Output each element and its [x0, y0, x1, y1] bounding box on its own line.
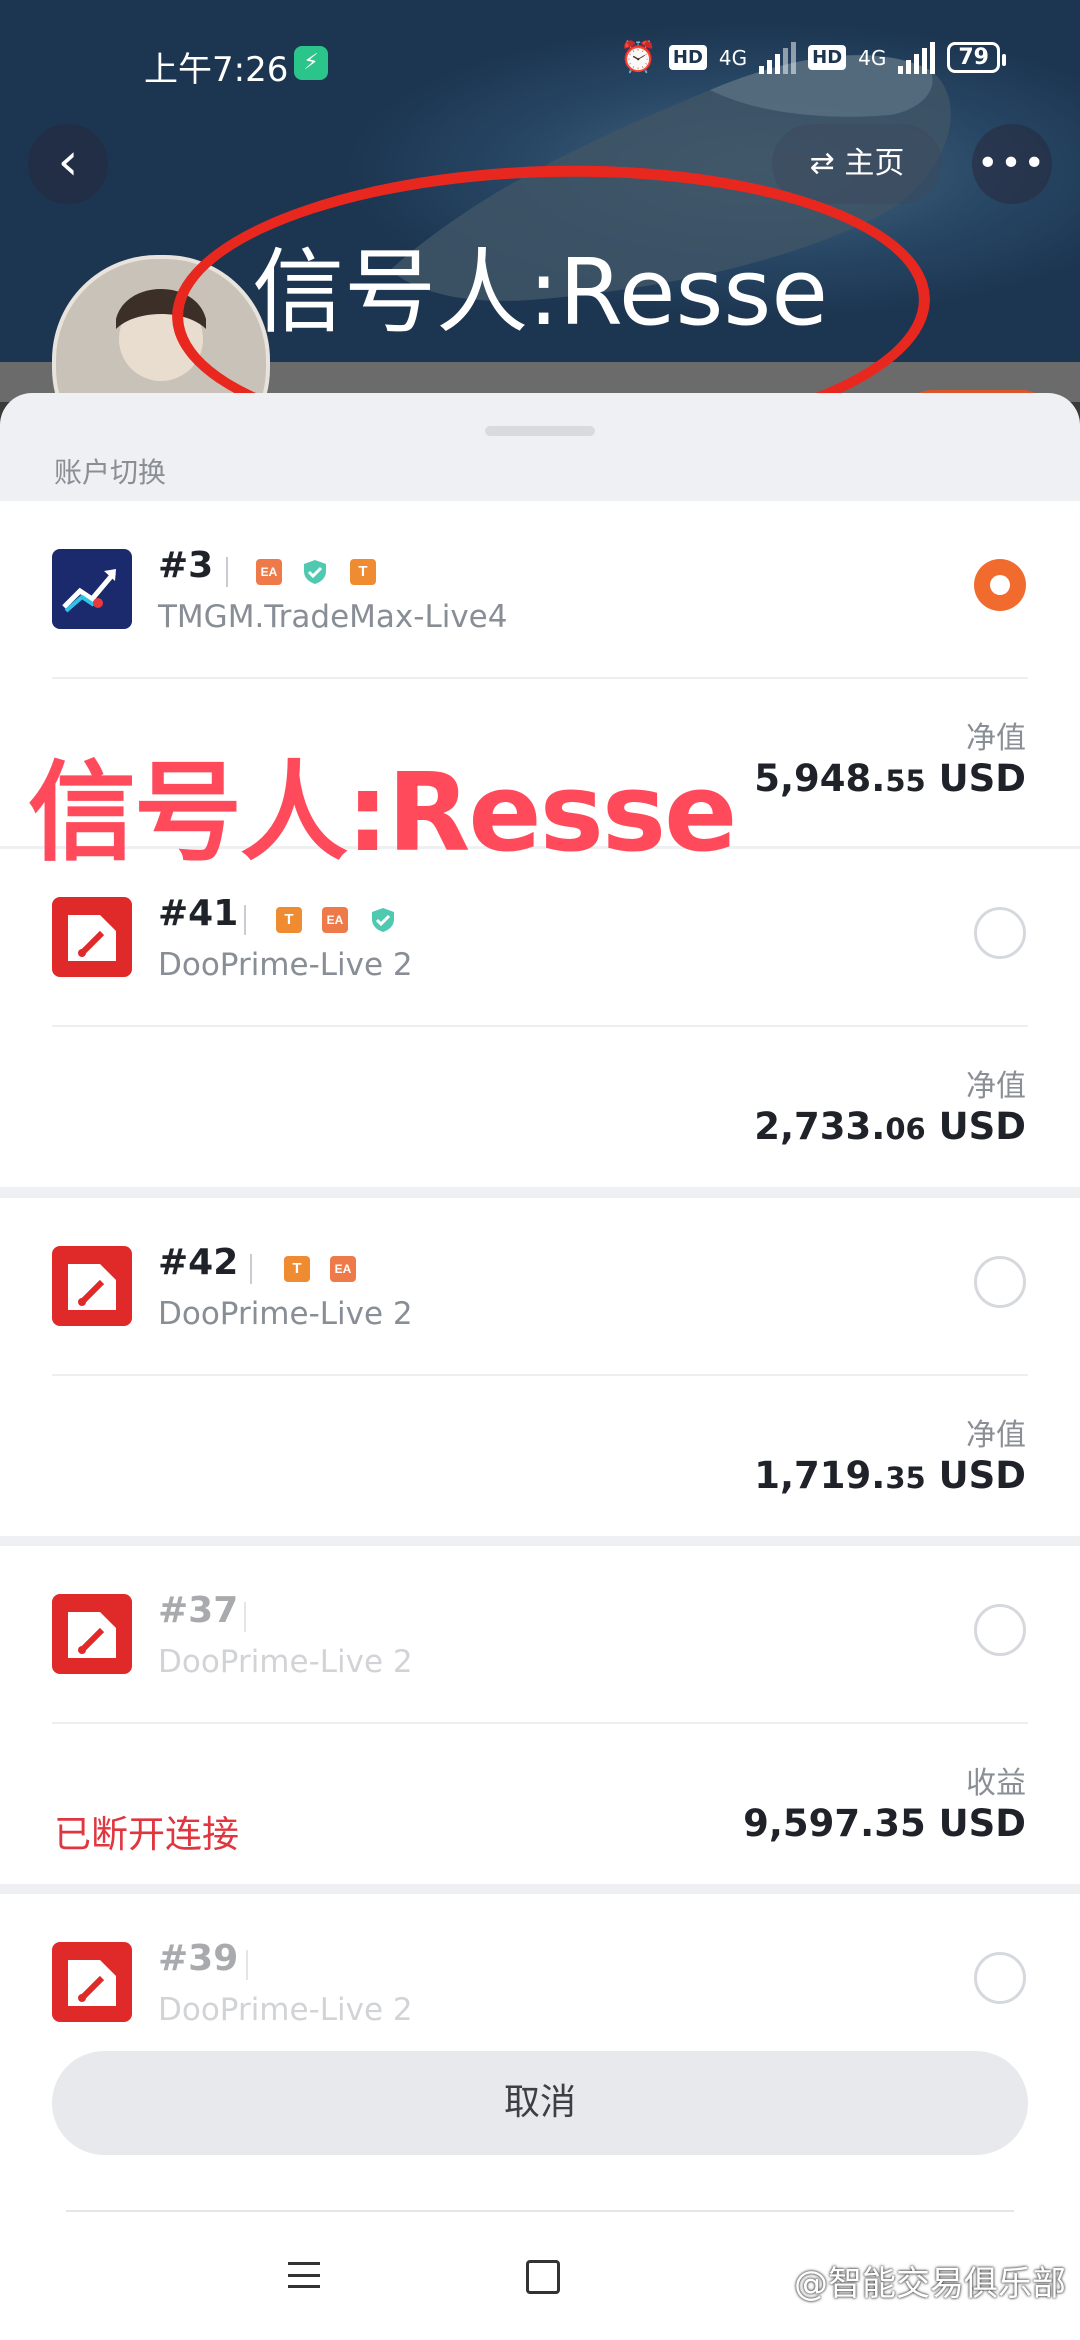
divider — [52, 1374, 1028, 1376]
divider — [52, 677, 1028, 679]
account-card[interactable]: #42 T EA DooPrime-Live 2 净值 1,719.35 USD — [0, 1198, 1080, 1536]
account-number: #37 — [158, 1590, 239, 1631]
equity-frac: 35 — [885, 1461, 926, 1495]
dooprime-logo-icon — [52, 1594, 132, 1674]
t-tag: T — [284, 1256, 310, 1282]
equity-label: 净值 — [966, 721, 1026, 756]
account-number: #3 — [158, 545, 214, 586]
account-number: #39 — [158, 1938, 239, 1979]
separator — [246, 1950, 248, 1980]
separator — [250, 1254, 252, 1284]
profit-label: 收益 — [966, 1766, 1026, 1801]
switch-home-button[interactable]: ⇄ 主页 — [772, 124, 942, 204]
equity-frac: 06 — [885, 1112, 926, 1146]
cancel-button[interactable]: 取消 — [52, 2051, 1028, 2155]
divider — [52, 1025, 1028, 1027]
dooprime-logo-icon — [52, 1942, 132, 2022]
account-number: #41 — [158, 893, 239, 934]
tmgm-logo-icon — [52, 549, 132, 629]
account-radio[interactable] — [974, 1952, 1026, 2004]
account-radio[interactable] — [974, 907, 1026, 959]
equity-int: 2,733. — [754, 1105, 886, 1148]
account-radio[interactable] — [974, 1256, 1026, 1308]
t-tag: T — [350, 559, 376, 585]
separator — [244, 1602, 246, 1632]
network-type-2: 4G — [858, 45, 887, 70]
watermark-text: 信号人:Resse — [28, 751, 737, 876]
equity-value: 1,719.35 USD — [754, 1454, 1026, 1497]
verified-shield-icon — [370, 907, 396, 933]
equity-int: 5,948. — [754, 757, 886, 800]
alarm-icon: ⏰ — [619, 40, 657, 75]
disconnected-status: 已断开连接 — [54, 1813, 239, 1856]
server-name: DooPrime-Live 2 — [158, 1992, 413, 2028]
status-indicators: ⏰ HD 4G HD 4G 79 — [619, 40, 1006, 75]
currency: USD — [938, 1105, 1026, 1148]
account-number: #42 — [158, 1242, 239, 1283]
verified-shield-icon — [302, 559, 328, 585]
home-square-icon[interactable] — [526, 2260, 560, 2294]
switch-home-label: 主页 — [844, 146, 905, 181]
equity-int: 1,719. — [754, 1454, 886, 1497]
back-button[interactable]: ‹ — [28, 124, 108, 204]
equity-label: 净值 — [966, 1069, 1026, 1104]
account-card[interactable]: #41 T EA DooPrime-Live 2 净值 2,733.06 USD — [0, 849, 1080, 1187]
more-button[interactable]: ••• — [972, 124, 1052, 204]
server-name: DooPrime-Live 2 — [158, 1644, 413, 1680]
account-radio[interactable] — [974, 1604, 1026, 1656]
status-time: 上午7:26 — [144, 50, 289, 90]
server-name: DooPrime-Live 2 — [158, 947, 413, 983]
equity-value: 2,733.06 USD — [754, 1105, 1026, 1148]
separator — [226, 557, 228, 587]
t-tag: T — [276, 907, 302, 933]
account-card[interactable]: #37 DooPrime-Live 2 收益 已断开连接 9,597.35 US… — [0, 1546, 1080, 1884]
battery-indicator: 79 — [947, 42, 1006, 73]
system-nav-bar: @智能交易俱乐部 — [0, 2212, 1080, 2340]
server-name: TMGM.TradeMax-Live4 — [158, 599, 508, 635]
sheet-grabber[interactable] — [485, 426, 595, 436]
sheet-title: 账户切换 — [54, 456, 167, 489]
signal-icon-2 — [898, 41, 936, 74]
profit-value: 9,597.35 USD — [743, 1802, 1026, 1845]
equity-label: 净值 — [966, 1418, 1026, 1453]
network-type-1: 4G — [718, 45, 748, 70]
menu-icon[interactable] — [288, 2262, 320, 2288]
swap-arrows-icon: ⇄ — [809, 146, 835, 181]
ea-tag: EA — [256, 559, 282, 585]
security-shield-icon: ⚡ — [294, 46, 328, 80]
currency: USD — [938, 1454, 1026, 1497]
hd-badge-2: HD — [808, 45, 847, 70]
account-radio-selected[interactable] — [974, 559, 1026, 611]
more-dots-icon: ••• — [977, 143, 1047, 184]
equity-value: 5,948.55 USD — [754, 757, 1026, 800]
source-watermark: @智能交易俱乐部 — [794, 2264, 1066, 2304]
currency: USD — [938, 757, 1026, 800]
ea-tag: EA — [330, 1256, 356, 1282]
signal-icon — [759, 41, 797, 74]
dooprime-logo-icon — [52, 897, 132, 977]
divider — [52, 1722, 1028, 1724]
status-bar: 上午7:26 ⚡ ⏰ HD 4G HD 4G 79 — [0, 0, 1080, 110]
ea-tag: EA — [322, 907, 348, 933]
dooprime-logo-icon — [52, 1246, 132, 1326]
server-name: DooPrime-Live 2 — [158, 1296, 413, 1332]
equity-frac: 55 — [885, 764, 926, 798]
chevron-left-icon: ‹ — [57, 132, 79, 192]
separator — [244, 905, 246, 935]
account-switch-sheet: 账户切换 #3 EA T TMGM.TradeMax-Live4 净值 5,94… — [0, 393, 1080, 2340]
hd-badge: HD — [668, 45, 707, 70]
